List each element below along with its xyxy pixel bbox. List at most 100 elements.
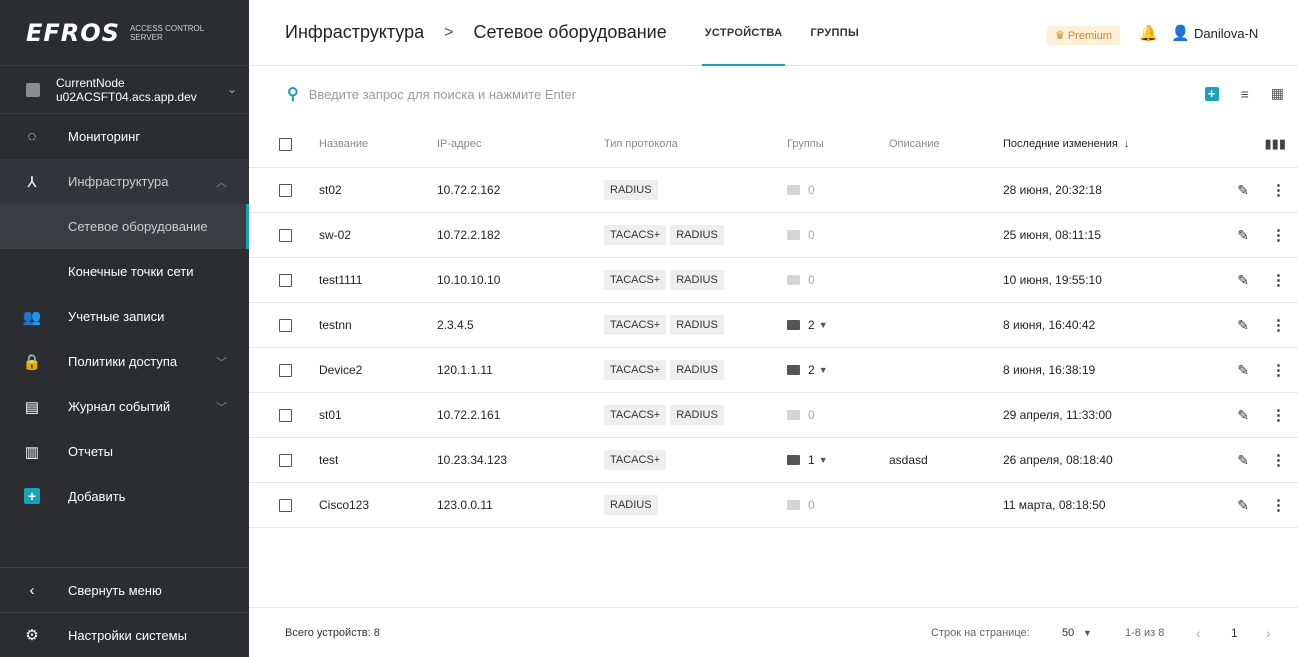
user-icon: 👤: [1171, 25, 1190, 42]
column-actions: ▮▮▮: [1217, 122, 1298, 168]
filter-icon[interactable]: ≡: [1241, 86, 1249, 102]
collapse-menu-button[interactable]: ‹ Свернуть меню: [0, 567, 249, 612]
tab-groups[interactable]: ГРУППЫ: [810, 0, 859, 66]
column-protocol[interactable]: Тип протокола: [604, 122, 787, 168]
table-row[interactable]: sw-02 10.72.2.182 TACACS+ RADIUS 0 25 июн…: [249, 212, 1298, 258]
table-row[interactable]: Cisco123 123.0.0.11 RADIUS 0 11 марта, 0…: [249, 482, 1298, 528]
row-checkbox[interactable]: [279, 183, 292, 197]
more-vert-icon[interactable]: ⋮: [1271, 497, 1286, 514]
chevron-left-icon: ‹: [29, 581, 35, 599]
device-protocol: TACACS+ RADIUS: [604, 257, 787, 303]
sidebar: EFROS ACCESS CONTROL SERVER CurrentNode …: [0, 0, 249, 657]
search-bar: ⚲ + ≡ ▦: [249, 66, 1298, 122]
device-groups[interactable]: 2 ▼: [787, 302, 889, 348]
row-checkbox[interactable]: [279, 498, 292, 512]
row-checkbox[interactable]: [279, 318, 292, 332]
network-icon: ⅄: [27, 173, 37, 191]
folder-icon: [787, 274, 800, 285]
column-groups[interactable]: Группы: [787, 122, 889, 168]
logo-sub-line2: SERVER: [129, 32, 163, 42]
edit-icon[interactable]: ✎: [1237, 182, 1249, 198]
sidebar-item-add[interactable]: + Добавить: [0, 474, 249, 519]
search-input[interactable]: [308, 86, 729, 102]
system-settings-button[interactable]: ⚙ Настройки системы: [0, 612, 249, 657]
sidebar-item-network-equipment[interactable]: Сетевое оборудование: [0, 204, 249, 249]
more-vert-icon[interactable]: ⋮: [1271, 452, 1286, 469]
edit-icon[interactable]: ✎: [1237, 407, 1249, 423]
sidebar-item-access-policies[interactable]: 🔒 Политики доступа ﹀: [0, 339, 249, 384]
edit-icon[interactable]: ✎: [1237, 317, 1249, 333]
folder-icon: [787, 229, 800, 240]
row-checkbox[interactable]: [279, 363, 292, 377]
edit-icon[interactable]: ✎: [1237, 272, 1249, 288]
device-name: test: [319, 437, 437, 483]
calendar-icon[interactable]: ▦: [1271, 85, 1284, 102]
sidebar-item-endpoints[interactable]: Конечные точки сети: [0, 249, 249, 294]
main-content: Инфраструктура > Сетевое оборудование УС…: [249, 0, 1298, 657]
device-groups: 0: [787, 482, 889, 528]
folder-icon: [787, 454, 800, 465]
node-selector[interactable]: CurrentNode u02ACSFT04.acs.app.dev ⌄: [0, 66, 249, 114]
column-modified[interactable]: Последние изменения ↓: [1003, 122, 1217, 168]
table-row[interactable]: test 10.23.34.123 TACACS+ 1 ▼ asdasd 26 а…: [249, 437, 1298, 483]
column-ip[interactable]: IP-адрес: [437, 122, 604, 168]
caret-down-icon[interactable]: ▼: [1083, 628, 1092, 638]
sidebar-item-monitoring[interactable]: ◌ Мониторинг: [0, 114, 249, 159]
protocol-chip: TACACS+: [604, 404, 667, 425]
row-select-cell: [249, 347, 319, 393]
edit-icon[interactable]: ✎: [1237, 497, 1249, 513]
rows-per-page-select[interactable]: 50: [1062, 627, 1074, 639]
edit-icon[interactable]: ✎: [1237, 362, 1249, 378]
more-vert-icon[interactable]: ⋮: [1271, 182, 1286, 199]
user-name[interactable]: Danilova-N: [1194, 26, 1258, 41]
columns-icon[interactable]: ▮▮▮: [1265, 136, 1286, 151]
folder-icon: [787, 319, 800, 330]
row-checkbox[interactable]: [279, 228, 292, 242]
column-description[interactable]: Описание: [889, 122, 1003, 168]
table-row[interactable]: testnn 2.3.4.5 TACACS+ RADIUS 2 ▼ 8 июня, …: [249, 302, 1298, 348]
protocol-chip: RADIUS: [670, 359, 724, 380]
breadcrumb-infrastructure[interactable]: Инфраструктура: [285, 22, 424, 43]
next-page-button[interactable]: ›: [1266, 625, 1271, 641]
device-ip: 10.72.2.162: [437, 167, 604, 213]
table-row[interactable]: st02 10.72.2.162 RADIUS 0 28 июня, 20:32…: [249, 167, 1298, 213]
caret-down-icon: ▼: [818, 454, 828, 465]
select-all-checkbox[interactable]: [279, 137, 292, 151]
sidebar-item-event-log[interactable]: ▤ Журнал событий ﹀: [0, 384, 249, 429]
sidebar-item-label: Конечные точки сети: [68, 264, 194, 279]
device-groups[interactable]: 2 ▼: [787, 347, 889, 393]
more-vert-icon[interactable]: ⋮: [1271, 362, 1286, 379]
prev-page-button[interactable]: ‹: [1196, 625, 1201, 641]
sort-down-icon: ↓: [1123, 138, 1130, 151]
sidebar-item-infrastructure[interactable]: ⅄ Инфраструктура ︿: [0, 159, 249, 204]
device-groups[interactable]: 1 ▼: [787, 437, 889, 483]
bell-icon[interactable]: 🔔: [1139, 24, 1158, 42]
table-row[interactable]: Device2 120.1.1.11 TACACS+ RADIUS 2 ▼ 8 ию…: [249, 347, 1298, 393]
more-vert-icon[interactable]: ⋮: [1271, 407, 1286, 424]
device-protocol: TACACS+: [604, 437, 787, 483]
premium-badge[interactable]: ♛ Premium: [1047, 26, 1120, 45]
row-checkbox[interactable]: [279, 408, 292, 422]
row-select-cell: [249, 302, 319, 348]
table-row[interactable]: st01 10.72.2.161 TACACS+ RADIUS 0 29 апре…: [249, 392, 1298, 438]
more-vert-icon[interactable]: ⋮: [1271, 227, 1286, 244]
current-page[interactable]: 1: [1231, 626, 1238, 640]
row-select-cell: [249, 437, 319, 483]
column-name[interactable]: Название: [319, 122, 437, 168]
row-checkbox[interactable]: [279, 273, 292, 287]
group-count: 2: [808, 362, 815, 377]
more-vert-icon[interactable]: ⋮: [1271, 317, 1286, 334]
add-device-button[interactable]: +: [1204, 86, 1219, 101]
table-row[interactable]: test1111 10.10.10.10 TACACS+ RADIUS 0 10 …: [249, 257, 1298, 303]
sidebar-item-accounts[interactable]: 👥 Учетные записи: [0, 294, 249, 339]
row-checkbox[interactable]: [279, 453, 292, 467]
more-vert-icon[interactable]: ⋮: [1271, 272, 1286, 289]
sidebar-item-reports[interactable]: ▥ Отчеты: [0, 429, 249, 474]
device-modified: 29 апреля, 11:33:00: [1003, 392, 1217, 438]
sidebar-item-label: Добавить: [68, 489, 126, 504]
row-select-cell: [249, 212, 319, 258]
edit-icon[interactable]: ✎: [1237, 227, 1249, 243]
edit-icon[interactable]: ✎: [1237, 452, 1249, 468]
tab-devices[interactable]: УСТРОЙСТВА: [701, 0, 785, 66]
logo-sub-line1: ACCESS CONTROL: [129, 23, 205, 33]
